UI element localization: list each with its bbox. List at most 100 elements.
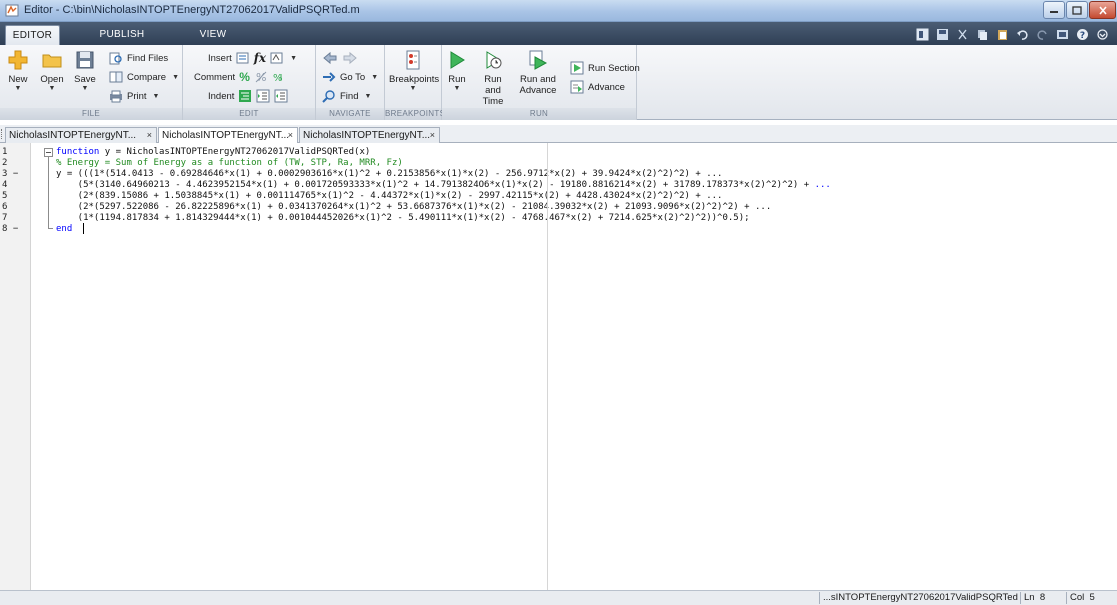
decrease-indent-icon[interactable] bbox=[274, 89, 288, 103]
edit-group-label: EDIT bbox=[183, 108, 315, 120]
file-group-label: FILE bbox=[0, 108, 182, 120]
line-number[interactable]: 8 − bbox=[2, 224, 18, 234]
line-number: 2 bbox=[2, 158, 8, 168]
right-text-margin-line bbox=[547, 143, 548, 590]
tab-publish[interactable]: PUBLISH bbox=[92, 25, 152, 45]
comment-button[interactable]: Comment % % % bbox=[194, 69, 286, 85]
undo-button[interactable] bbox=[1015, 27, 1029, 41]
run-and-advance-label-2: Advance bbox=[519, 85, 557, 96]
new-button[interactable]: New ▼ bbox=[6, 49, 30, 93]
fx-icon[interactable]: fx bbox=[254, 51, 266, 65]
switch-windows-button[interactable] bbox=[1055, 27, 1069, 41]
run-and-advance-button[interactable]: Run and Advance bbox=[518, 49, 558, 96]
line-number[interactable]: 3 − bbox=[2, 169, 18, 179]
code-line-3: y = (((1*(514.0413 - 0.69284646*x(1) + 0… bbox=[56, 169, 723, 179]
compare-caret: ▼ bbox=[172, 73, 180, 81]
new-plus-icon bbox=[8, 50, 28, 70]
copy-button[interactable] bbox=[975, 27, 989, 41]
close-icon bbox=[1098, 5, 1107, 15]
layout-button[interactable] bbox=[915, 27, 929, 41]
save-button[interactable]: Save ▼ bbox=[72, 49, 98, 93]
close-tab-icon[interactable]: × bbox=[147, 128, 152, 143]
back-arrow-icon[interactable] bbox=[322, 51, 338, 65]
go-to-label: Go To bbox=[340, 71, 366, 83]
run-button[interactable]: Run ▼ bbox=[446, 49, 468, 93]
save-label: Save bbox=[74, 74, 96, 85]
run-and-time-icon bbox=[486, 51, 502, 69]
navigate-group-label: NAVIGATE bbox=[316, 108, 384, 120]
uncomment-icon[interactable]: % bbox=[254, 70, 268, 84]
status-ln-label: Ln bbox=[1024, 592, 1035, 603]
paste-button[interactable] bbox=[995, 27, 1009, 41]
code-line-2-comment: % Energy = Sum of Energy as a function o… bbox=[56, 158, 403, 168]
tab-view[interactable]: VIEW bbox=[188, 25, 238, 45]
find-files-button[interactable]: Find Files bbox=[109, 50, 168, 66]
find-button[interactable]: Find ▼ bbox=[322, 88, 371, 104]
breakpoints-caret: ▼ bbox=[409, 85, 417, 92]
compare-button[interactable]: Compare ▼ bbox=[109, 69, 179, 85]
printer-icon bbox=[110, 90, 122, 103]
keyword-end: end bbox=[56, 224, 73, 234]
save-quick-button[interactable] bbox=[935, 27, 949, 41]
advance-button[interactable]: Advance bbox=[570, 79, 625, 95]
find-caret: ▼ bbox=[364, 92, 372, 100]
fold-guide-line bbox=[48, 157, 49, 224]
insert-button[interactable]: Insert fx ▼ bbox=[208, 50, 297, 66]
redo-icon bbox=[1036, 29, 1047, 40]
print-button[interactable]: Print ▼ bbox=[109, 88, 159, 104]
run-section-button[interactable]: Run Section bbox=[570, 60, 640, 76]
run-and-time-label-1: Run and bbox=[484, 74, 502, 96]
line-number: 1 bbox=[2, 147, 8, 157]
minimize-button[interactable] bbox=[1043, 1, 1065, 19]
document-tab[interactable]: NicholasINTOPTEnergyNT... × bbox=[299, 127, 440, 143]
open-button[interactable]: Open ▼ bbox=[38, 49, 66, 93]
close-tab-icon[interactable]: × bbox=[288, 128, 293, 143]
insert-function-icon[interactable] bbox=[270, 51, 284, 65]
breakpoints-group: Breakpoints ▼ BREAKPOINTS bbox=[385, 45, 446, 120]
minimize-icon bbox=[1050, 11, 1058, 13]
run-group: Run ▼ Run and Time Run and Advance Run S… bbox=[442, 45, 640, 120]
line-number-gutter: 1 2 3 − 4 5 6 7 8 − bbox=[0, 143, 31, 590]
cut-button[interactable] bbox=[955, 27, 969, 41]
breakpoints-group-label: BREAKPOINTS bbox=[385, 108, 446, 120]
help-button[interactable]: ? bbox=[1075, 27, 1089, 41]
document-tab[interactable]: NicholasINTOPTEnergyNT... × bbox=[5, 127, 157, 143]
breakpoints-button[interactable]: Breakpoints ▼ bbox=[389, 49, 440, 93]
code-editor[interactable]: 1 2 3 − 4 5 6 7 8 − function y = Nichola… bbox=[0, 143, 1117, 590]
forward-arrow-icon[interactable] bbox=[342, 51, 358, 65]
maximize-button[interactable] bbox=[1066, 1, 1088, 19]
close-tab-icon[interactable]: × bbox=[430, 128, 435, 143]
window-title: Editor - C:\bin\NicholasINTOPTEnergyNT27… bbox=[24, 4, 360, 16]
increase-indent-icon[interactable] bbox=[256, 89, 270, 103]
smart-indent-icon[interactable] bbox=[238, 89, 252, 103]
code-fold-toggle[interactable] bbox=[44, 148, 53, 157]
redo-button[interactable] bbox=[1035, 27, 1049, 41]
fold-end-marker bbox=[48, 224, 53, 229]
status-col-label: Col bbox=[1070, 592, 1085, 603]
print-label: Print bbox=[127, 90, 147, 102]
paste-icon bbox=[997, 29, 1007, 40]
go-to-button[interactable]: Go To ▼ bbox=[322, 69, 378, 85]
wrap-comments-icon[interactable]: % bbox=[272, 70, 286, 84]
search-documentation-button[interactable] bbox=[1095, 27, 1109, 41]
code-line-1: function y = NicholasINTOPTEnergyNT27062… bbox=[56, 147, 370, 157]
close-window-button[interactable] bbox=[1089, 1, 1116, 19]
breakpoints-label: Breakpoints bbox=[389, 74, 440, 85]
find-files-icon bbox=[109, 52, 122, 65]
run-section-label: Run Section bbox=[588, 62, 640, 74]
go-to-caret: ▼ bbox=[371, 73, 379, 81]
code-line-4-continuation: ... bbox=[814, 180, 831, 190]
function-signature: y = NicholasINTOPTEnergyNT27062017ValidP… bbox=[99, 147, 371, 157]
line-number: 6 bbox=[2, 202, 8, 212]
copy-icon bbox=[977, 29, 987, 40]
code-line-5: (2*(839.15086 + 1.5038845*x(1) + 0.00111… bbox=[56, 191, 723, 201]
comment-label: Comment bbox=[194, 71, 236, 83]
tab-editor[interactable]: EDITOR bbox=[5, 25, 60, 45]
status-file-name: ...sINTOPTEnergyNT27062017ValidPSQRTed bbox=[819, 592, 1018, 604]
document-tab-active[interactable]: NicholasINTOPTEnergyNT... × bbox=[158, 127, 298, 143]
edit-group: Insert fx ▼ Comment % % % Indent EDIT bbox=[183, 45, 316, 120]
comment-percent-icon[interactable]: % bbox=[239, 70, 250, 84]
indent-button[interactable]: Indent bbox=[208, 88, 288, 104]
tab-grip[interactable] bbox=[1, 129, 3, 139]
run-and-time-button[interactable]: Run and Time bbox=[476, 49, 510, 107]
